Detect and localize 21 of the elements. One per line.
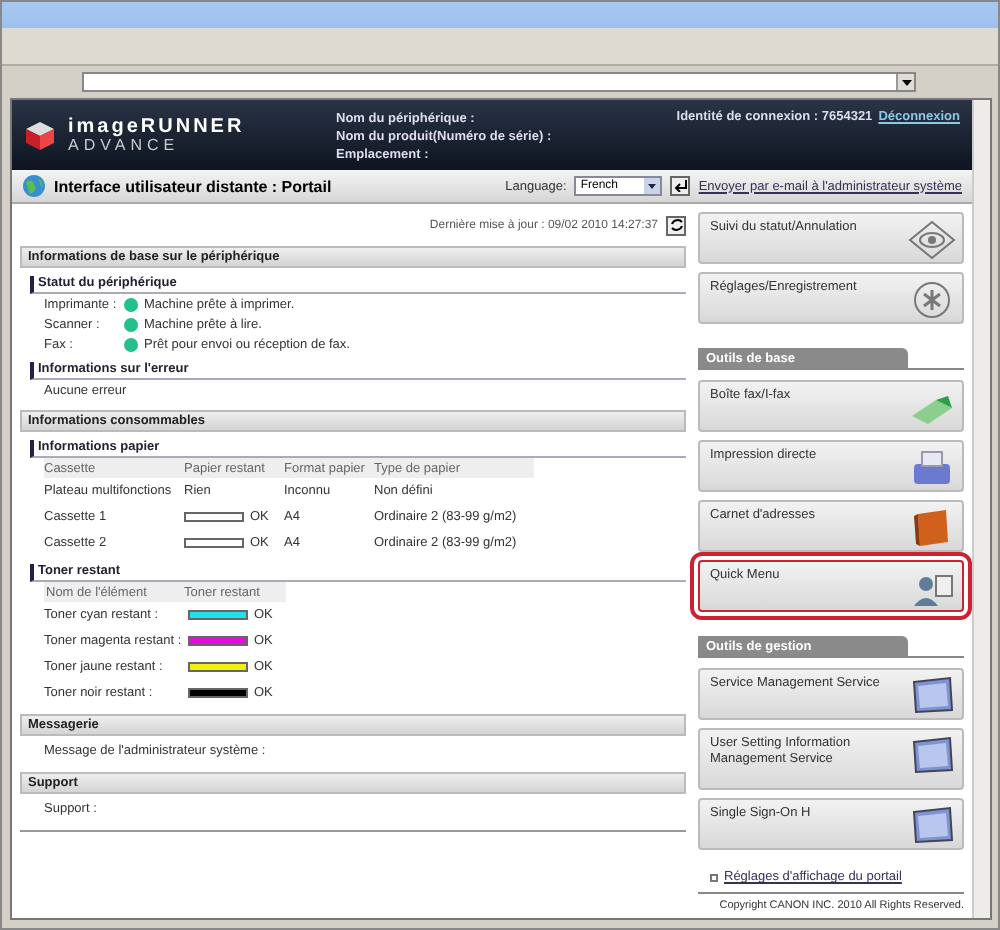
cube-logo-icon	[24, 119, 56, 151]
monitor-icon	[908, 676, 956, 716]
monitor-icon	[908, 736, 956, 776]
portal-title: Interface utilisateur distante : Portail	[54, 177, 334, 195]
dropdown-arrow-icon	[644, 178, 661, 194]
monitor-icon	[908, 806, 956, 846]
scrollbar[interactable]	[972, 100, 990, 918]
printer-icon	[908, 448, 956, 488]
globe-icon	[22, 174, 46, 198]
product-logo-subtext: ADVANCE	[68, 137, 180, 153]
refresh-icon	[669, 218, 683, 232]
dropdown-arrow-icon	[901, 79, 911, 85]
bullet-icon	[710, 873, 718, 881]
product-logo-text: imageRUNNER	[68, 117, 247, 137]
paper-level-bar	[184, 512, 244, 522]
apply-button[interactable]	[670, 176, 691, 196]
eye-icon	[908, 220, 956, 260]
address-field[interactable]	[82, 72, 916, 92]
refresh-button[interactable]	[666, 215, 686, 235]
return-arrow-icon	[673, 180, 688, 192]
paper-level-bar	[184, 538, 244, 548]
